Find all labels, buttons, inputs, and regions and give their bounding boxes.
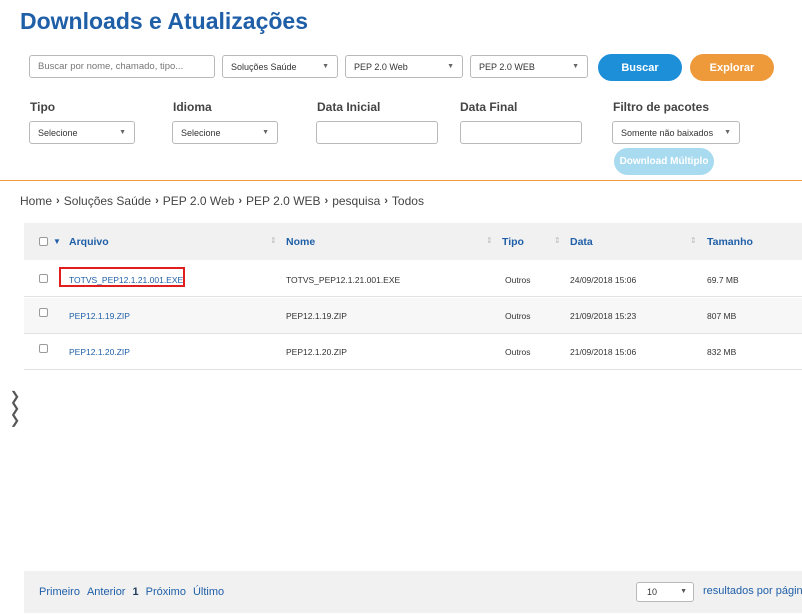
file-size: 807 MB: [707, 311, 737, 321]
pacotes-label: Filtro de pacotes: [613, 100, 710, 114]
breadcrumb-produto[interactable]: PEP 2.0 Web: [163, 194, 235, 208]
table-row: PEP12.1.20.ZIP PEP12.1.20.ZIP Outros 21/…: [24, 334, 802, 370]
file-link[interactable]: TOTVS_PEP12.1.21.001.EXE: [69, 275, 183, 285]
search-input[interactable]: [29, 55, 215, 78]
page-last-link[interactable]: Último: [193, 586, 224, 598]
column-tipo[interactable]: Tipo: [502, 236, 524, 248]
breadcrumb-todos: Todos: [391, 194, 424, 208]
select-versao[interactable]: PEP 2.0 WEB ▼: [470, 55, 588, 78]
chevron-down-icon: ▼: [119, 129, 126, 136]
breadcrumb-pesquisa[interactable]: pesquisa: [332, 194, 380, 208]
data-inicial-input[interactable]: [316, 121, 438, 144]
chevron-down-icon: ▼: [724, 129, 731, 136]
chevron-down-icon: ▼: [572, 63, 579, 70]
file-type: Outros: [505, 275, 531, 285]
file-type: Outros: [505, 311, 531, 321]
column-arquivo[interactable]: Arquivo: [69, 236, 109, 248]
data-final-label: Data Final: [460, 100, 518, 114]
idioma-label: Idioma: [173, 100, 212, 114]
chevron-right-icon: ›: [238, 195, 243, 207]
select-versao-value: PEP 2.0 WEB: [479, 61, 535, 72]
file-name: TOTVS_PEP12.1.21.001.EXE: [286, 275, 401, 285]
pacotes-select[interactable]: Somente não baixados ▼: [612, 121, 740, 144]
file-date: 24/09/2018 15:06: [570, 275, 637, 285]
chevron-right-icon: ›: [384, 195, 388, 207]
sort-icon[interactable]: ⇕: [270, 236, 277, 245]
idioma-select-value: Selecione: [181, 127, 221, 138]
download-multiplo-button[interactable]: Download Múltiplo: [614, 148, 714, 175]
file-name: PEP12.1.19.ZIP: [286, 311, 347, 321]
file-link[interactable]: PEP12.1.20.ZIP: [69, 347, 130, 357]
sort-desc-icon[interactable]: ▼: [53, 237, 61, 246]
chevron-right-icon: ›: [324, 195, 329, 207]
per-page-select[interactable]: 10 ▼: [636, 582, 694, 602]
file-type: Outros: [505, 347, 531, 357]
chevron-down-icon: ▼: [447, 63, 454, 70]
sort-icon[interactable]: ⇕: [690, 236, 697, 245]
select-all-checkbox[interactable]: [39, 237, 48, 246]
sort-icon[interactable]: ⇕: [486, 236, 493, 245]
select-solucao-value: Soluções Saúde: [231, 61, 297, 72]
chevron-right-icon: ›: [155, 195, 159, 207]
explore-button[interactable]: Explorar: [690, 54, 774, 81]
page-current[interactable]: 1: [132, 586, 138, 598]
data-final-input[interactable]: [460, 121, 582, 144]
page-next-link[interactable]: Próximo: [146, 586, 186, 598]
pager: Primeiro Anterior 1 Próximo Último: [39, 586, 224, 598]
tipo-select[interactable]: Selecione ▼: [29, 121, 135, 144]
pacotes-select-value: Somente não baixados: [621, 127, 714, 138]
search-button[interactable]: Buscar: [598, 54, 682, 81]
tipo-select-value: Selecione: [38, 127, 78, 138]
pagination-bar: Primeiro Anterior 1 Próximo Último 10 ▼ …: [24, 571, 802, 613]
page-first-link[interactable]: Primeiro: [39, 586, 80, 598]
table-header: ▼ Arquivo ⇕ Nome ⇕ Tipo ⇕ Data ⇕ Tamanho: [24, 223, 802, 260]
row-checkbox[interactable]: [39, 344, 48, 353]
idioma-select[interactable]: Selecione ▼: [172, 121, 278, 144]
select-produto-value: PEP 2.0 Web: [354, 61, 408, 72]
chevron-down-icon: ▼: [680, 588, 687, 595]
breadcrumb-versao[interactable]: PEP 2.0 WEB: [246, 194, 320, 208]
file-size: 832 MB: [707, 347, 737, 357]
divider: [0, 180, 802, 181]
column-nome[interactable]: Nome: [286, 236, 315, 248]
select-solucao[interactable]: Soluções Saúde ▼: [222, 55, 338, 78]
table-row: TOTVS_PEP12.1.21.001.EXE TOTVS_PEP12.1.2…: [24, 261, 802, 297]
chevron-down-icon: ▼: [262, 129, 269, 136]
chevron-down-icon: ▼: [322, 63, 329, 70]
per-page-label: resultados por página: [703, 585, 802, 597]
file-name: PEP12.1.20.ZIP: [286, 347, 347, 357]
sort-icon[interactable]: ⇕: [554, 236, 561, 245]
side-expand-handle[interactable]: ❯ ❯ ❯: [10, 390, 20, 426]
file-size: 69.7 MB: [707, 275, 739, 285]
per-page-value: 10: [647, 587, 658, 597]
column-tamanho[interactable]: Tamanho: [707, 236, 753, 248]
breadcrumb-home[interactable]: Home: [20, 194, 52, 208]
row-checkbox[interactable]: [39, 274, 48, 283]
table-row: PEP12.1.19.ZIP PEP12.1.19.ZIP Outros 21/…: [24, 298, 802, 334]
breadcrumb-solucao[interactable]: Soluções Saúde: [64, 194, 151, 208]
file-date: 21/09/2018 15:23: [570, 311, 637, 321]
select-produto[interactable]: PEP 2.0 Web ▼: [345, 55, 463, 78]
page-title: Downloads e Atualizações: [20, 8, 308, 34]
data-inicial-label: Data Inicial: [317, 100, 381, 114]
row-checkbox[interactable]: [39, 308, 48, 317]
column-data[interactable]: Data: [570, 236, 593, 248]
chevron-right-icon: ❯: [10, 413, 21, 427]
breadcrumb: Home › Soluções Saúde › PEP 2.0 Web › PE…: [20, 194, 424, 208]
file-link[interactable]: PEP12.1.19.ZIP: [69, 311, 130, 321]
tipo-label: Tipo: [30, 100, 56, 114]
page-prev-link[interactable]: Anterior: [87, 586, 126, 598]
chevron-right-icon: ›: [56, 195, 60, 207]
file-date: 21/09/2018 15:06: [570, 347, 637, 357]
